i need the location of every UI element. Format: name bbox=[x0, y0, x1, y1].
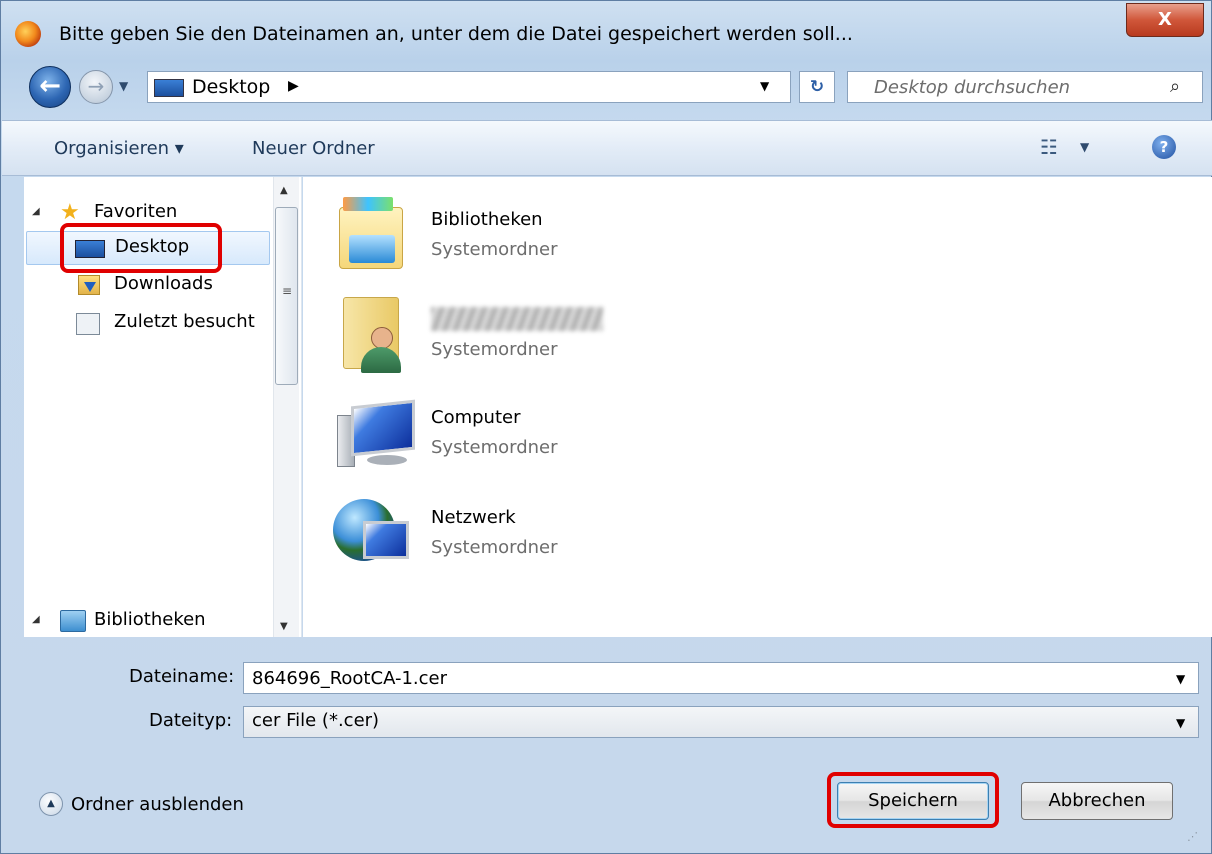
breadcrumb-desktop[interactable]: Desktop bbox=[192, 76, 270, 98]
resize-grip-icon[interactable]: ⋰ bbox=[1187, 830, 1198, 843]
file-type: Systemordner bbox=[431, 537, 558, 558]
save-dialog: Bitte geben Sie den Dateinamen an, unter… bbox=[0, 0, 1212, 854]
recent-places-icon bbox=[76, 313, 100, 335]
filetype-select[interactable]: cer File (*.cer) ▼ bbox=[243, 706, 1199, 738]
search-input[interactable] bbox=[848, 72, 1158, 102]
save-form: Dateiname: ▼ Dateityp: cer File (*.cer) … bbox=[1, 638, 1211, 853]
sidebar-item-label: Zuletzt besucht bbox=[114, 311, 255, 332]
network-icon bbox=[333, 499, 413, 569]
list-item[interactable]: Computer Systemordner bbox=[333, 377, 933, 467]
filename-input[interactable] bbox=[244, 663, 1164, 693]
list-item[interactable]: Systemordner bbox=[333, 279, 933, 373]
file-type: Systemordner bbox=[431, 437, 558, 458]
search-icon[interactable]: ⌕ bbox=[1170, 76, 1180, 97]
file-name: Netzwerk bbox=[431, 507, 516, 528]
user-folder-icon bbox=[343, 297, 403, 373]
filetype-value: cer File (*.cer) bbox=[252, 710, 380, 731]
view-dropdown-icon[interactable]: ▼ bbox=[1080, 140, 1089, 154]
help-button[interactable]: ? bbox=[1152, 135, 1176, 159]
file-name: Computer bbox=[431, 407, 521, 428]
file-type: Systemordner bbox=[431, 339, 558, 360]
navigation-pane: ◢ ★ Favoriten Desktop Downloads Zuletzt … bbox=[24, 177, 302, 637]
breadcrumb-arrow-icon[interactable]: ▶ bbox=[288, 78, 299, 94]
new-folder-button[interactable]: Neuer Ordner bbox=[252, 138, 375, 159]
desktop-icon bbox=[154, 79, 184, 97]
search-box[interactable]: ⌕ bbox=[847, 71, 1203, 103]
favorites-star-icon: ★ bbox=[60, 200, 80, 225]
sidebar-item-desktop[interactable]: Desktop bbox=[26, 231, 270, 265]
address-dropdown-icon[interactable]: ▼ bbox=[760, 79, 769, 93]
view-options-icon[interactable]: ☷ bbox=[1040, 135, 1058, 159]
libraries-icon bbox=[339, 197, 403, 269]
title-bar: Bitte geben Sie den Dateinamen an, unter… bbox=[1, 1, 1211, 57]
file-name: Bibliotheken bbox=[431, 209, 543, 230]
sidebar-item-label: Downloads bbox=[114, 273, 213, 294]
collapse-arrow-icon[interactable]: ◢ bbox=[32, 206, 40, 217]
history-dropdown-icon[interactable]: ▼ bbox=[119, 79, 128, 93]
save-button[interactable]: Speichern bbox=[837, 782, 989, 820]
file-type: Systemordner bbox=[431, 239, 558, 260]
dialog-title: Bitte geben Sie den Dateinamen an, unter… bbox=[59, 23, 853, 45]
firefox-icon bbox=[15, 21, 41, 47]
filename-label: Dateiname: bbox=[129, 666, 235, 687]
desktop-icon bbox=[75, 240, 105, 258]
address-bar[interactable]: Desktop ▶ ▼ bbox=[147, 71, 791, 103]
computer-icon bbox=[337, 399, 417, 469]
organize-button[interactable]: Organisieren ▾ bbox=[54, 138, 184, 159]
nav-group-libraries[interactable]: ◢ Bibliotheken bbox=[32, 605, 282, 639]
filename-dropdown-icon[interactable]: ▼ bbox=[1176, 672, 1185, 686]
filetype-dropdown-icon[interactable]: ▼ bbox=[1176, 716, 1185, 730]
downloads-icon bbox=[78, 275, 100, 295]
file-list: Bibliotheken Systemordner Systemordner C… bbox=[303, 177, 1212, 637]
libraries-icon bbox=[60, 610, 86, 632]
collapse-arrow-icon[interactable]: ◢ bbox=[32, 614, 40, 625]
scroll-up-icon[interactable]: ▲ bbox=[280, 185, 288, 196]
nav-group-favorites[interactable]: ◢ ★ Favoriten bbox=[32, 197, 282, 231]
redacted-name bbox=[431, 307, 603, 331]
command-toolbar: Organisieren ▾ Neuer Ordner ☷ ▼ ? bbox=[2, 120, 1212, 176]
list-item[interactable]: Netzwerk Systemordner bbox=[333, 477, 933, 567]
address-row: ← → ▼ Desktop ▶ ▼ ↻ ⌕ bbox=[1, 57, 1211, 119]
sidebar-item-label: Desktop bbox=[115, 236, 190, 257]
sidebar-item-recent[interactable]: Zuletzt besucht bbox=[26, 307, 270, 341]
filename-combobox[interactable]: ▼ bbox=[243, 662, 1199, 694]
scroll-thumb[interactable] bbox=[275, 207, 298, 385]
cancel-button[interactable]: Abbrechen bbox=[1021, 782, 1173, 820]
list-item[interactable]: Bibliotheken Systemordner bbox=[333, 179, 933, 269]
scroll-down-icon[interactable]: ▼ bbox=[280, 621, 288, 632]
hide-folders-button[interactable]: Ordner ausblenden bbox=[71, 794, 244, 815]
back-button[interactable]: ← bbox=[29, 66, 71, 108]
nav-favorites-label: Favoriten bbox=[94, 201, 178, 222]
forward-button[interactable]: → bbox=[79, 70, 113, 104]
hide-folders-icon[interactable]: ▲ bbox=[39, 792, 63, 816]
nav-scrollbar[interactable]: ▲ ▼ bbox=[273, 177, 299, 637]
refresh-button[interactable]: ↻ bbox=[799, 71, 835, 103]
sidebar-item-downloads[interactable]: Downloads bbox=[26, 269, 270, 303]
filetype-label: Dateityp: bbox=[149, 710, 233, 731]
close-button[interactable]: X bbox=[1126, 3, 1204, 37]
nav-libraries-label: Bibliotheken bbox=[94, 609, 206, 630]
